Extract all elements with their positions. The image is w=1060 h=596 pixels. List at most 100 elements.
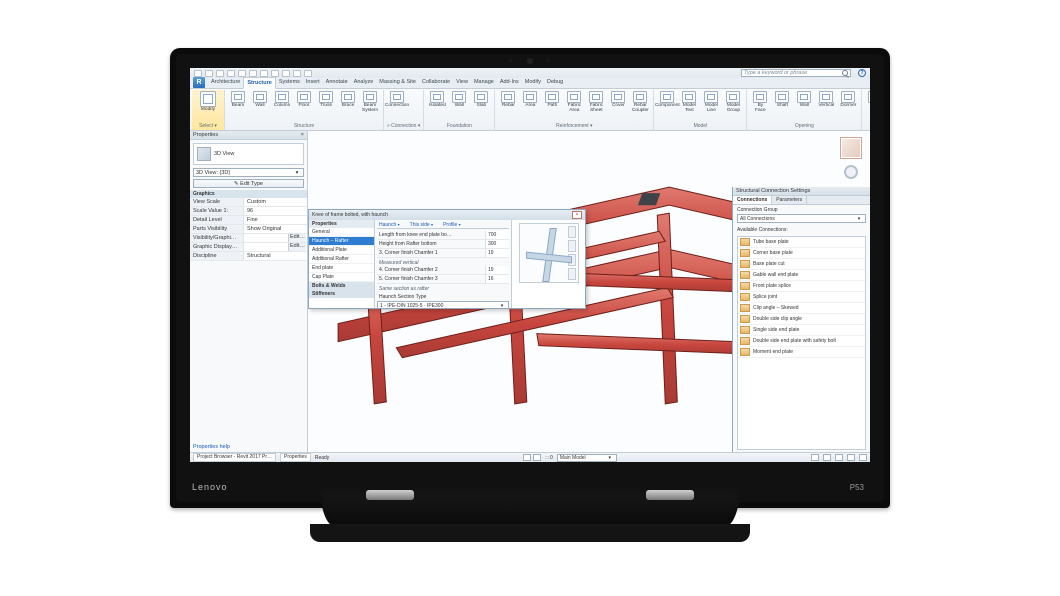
dialog-nav-item[interactable]: Haunch – Rafter [309, 237, 374, 246]
3d-viewport[interactable]: Knee of frame bolted, with haunch × Prop… [308, 131, 870, 452]
ribbon-button-wall[interactable]: Wall [449, 91, 469, 109]
ribbon-button-cover[interactable]: Cover [608, 91, 628, 109]
qat-thin-icon[interactable] [282, 70, 290, 77]
property-value[interactable]: 96 [244, 207, 307, 215]
connection-item[interactable]: Front plate splice [738, 281, 865, 292]
ribbon-button-shaft[interactable]: Shaft [772, 91, 792, 109]
ribbon-tab-massing-site[interactable]: Massing & Site [376, 77, 419, 88]
property-value[interactable]: Custom [244, 198, 307, 206]
ribbon-button-slab[interactable]: Slab [471, 91, 491, 109]
ribbon-button-by[interactable]: ByFace [750, 91, 770, 114]
connection-item[interactable]: Double side end plate with safety bolt [738, 336, 865, 347]
navigation-wheel-icon[interactable] [844, 165, 858, 179]
ribbon-tab-manage[interactable]: Manage [471, 77, 497, 88]
dialog-nav-item[interactable]: Additional Plate [309, 246, 374, 255]
status-drag-icon[interactable] [835, 454, 843, 461]
ribbon-button-rebar[interactable]: RebarCoupler [630, 91, 650, 114]
ribbon-button-floor[interactable]: Floor [294, 91, 314, 109]
dialog-param-tab[interactable]: Profile ▾ [441, 222, 463, 228]
app-menu-button[interactable]: R [193, 77, 205, 88]
dialog-param-tab[interactable]: This side ▾ [408, 222, 435, 228]
dialog-nav-item[interactable]: Cap Plate [309, 273, 374, 282]
dialog-param-tab[interactable]: Haunch ▾ [377, 222, 402, 228]
edit-type-button[interactable]: ✎ Edit Type [193, 179, 304, 188]
edit-button[interactable]: Edit… [288, 243, 306, 251]
ribbon-button-fabric[interactable]: FabricSheet [586, 91, 606, 114]
param-value[interactable]: 16 [485, 275, 509, 283]
ribbon-button-beam[interactable]: BeamSystem [360, 91, 380, 114]
ribbon-tab-analyze[interactable]: Analyze [351, 77, 377, 88]
ribbon-button-model[interactable]: ModelGroup [723, 91, 743, 114]
ribbon-tab-modify[interactable]: Modify [522, 77, 544, 88]
ribbon-tab-systems[interactable]: Systems [276, 77, 303, 88]
status-filter-icon[interactable] [811, 454, 819, 461]
help-button[interactable]: ? [858, 69, 866, 77]
ribbon-button-path[interactable]: Path [542, 91, 562, 109]
param-value[interactable]: 19 [485, 266, 509, 274]
connection-item[interactable]: Tube base plate [738, 237, 865, 248]
dialog-close-button[interactable]: × [572, 211, 582, 219]
search-input[interactable]: Type a keyword or phrase [741, 69, 851, 77]
ribbon-button-vertical[interactable]: Vertical [816, 91, 836, 109]
ribbon-tab-annotate[interactable]: Annotate [323, 77, 351, 88]
property-value[interactable]: Show Original [244, 225, 307, 233]
ribbon-button-wall[interactable]: Wall [250, 91, 270, 109]
ribbon-button-model[interactable]: ModelLine [701, 91, 721, 114]
ribbon-tab-add-ins[interactable]: Add-Ins [497, 77, 522, 88]
ribbon-button-level[interactable]: Level [865, 91, 870, 109]
dialog-titlebar[interactable]: Knee of frame bolted, with haunch × [309, 210, 585, 220]
rightpanel-tab[interactable]: Connections [733, 196, 772, 204]
ribbon-button-truss[interactable]: Truss [316, 91, 336, 109]
ribbon-button-model[interactable]: ModelText [679, 91, 699, 114]
connection-item[interactable]: Splice joint [738, 292, 865, 303]
connection-item[interactable]: Clip angle – Skewed [738, 303, 865, 314]
type-selector[interactable]: 3D View: {3D} ▾ [193, 168, 304, 177]
ribbon-button-column[interactable]: Column [272, 91, 292, 109]
qat-measure-icon[interactable] [238, 70, 246, 77]
connection-item[interactable]: Base plate cut [738, 259, 865, 270]
ribbon-button-dormer[interactable]: Dormer [838, 91, 858, 109]
status-face-icon[interactable] [847, 454, 855, 461]
section-type-combo[interactable]: 1 - IPE-DIN 1025-5 · IPE300 ▾ [377, 301, 509, 308]
qat-close-icon[interactable] [293, 70, 301, 77]
ribbon-tab-structure[interactable]: Structure [243, 77, 275, 89]
property-value[interactable]: Edit… [244, 243, 307, 251]
ribbon-tab-debug[interactable]: Debug [544, 77, 566, 88]
edit-button[interactable]: Edit… [288, 234, 306, 242]
ribbon-tab-architecture[interactable]: Architecture [208, 77, 243, 88]
connection-item[interactable]: Gable wall end plate [738, 270, 865, 281]
ribbon-button-brace[interactable]: Brace [338, 91, 358, 109]
dialog-nav-group[interactable]: Stiffeners [309, 290, 374, 298]
ribbon-tab-view[interactable]: View [453, 77, 471, 88]
status-link-icon[interactable] [859, 454, 867, 461]
ribbon-button-connection[interactable]: Connection [387, 91, 407, 109]
dialog-nav-item[interactable]: End plate [309, 264, 374, 273]
property-value[interactable]: Structural [244, 252, 307, 260]
status-select-icon[interactable] [823, 454, 831, 461]
qat-section-icon[interactable] [271, 70, 279, 77]
status-icon[interactable] [523, 454, 531, 461]
qat-undo-icon[interactable] [205, 70, 213, 77]
rightpanel-tab[interactable]: Parameters [772, 196, 807, 204]
ribbon-button-modify[interactable]: Modify [195, 91, 221, 113]
ribbon-tab-collaborate[interactable]: Collaborate [419, 77, 453, 88]
properties-tab[interactable]: Properties [280, 453, 311, 462]
workset-select[interactable]: Main Model ▾ [557, 454, 617, 462]
properties-help-link[interactable]: Properties help [190, 442, 307, 452]
dialog-nav-item[interactable]: Additional Rafter [309, 255, 374, 264]
dialog-nav-group[interactable]: Bolts & Welds [309, 282, 374, 290]
dialog-nav-item[interactable]: General [309, 228, 374, 237]
ribbon-button-fabric[interactable]: FabricArea [564, 91, 584, 114]
param-value[interactable]: 700 [485, 231, 509, 239]
property-value[interactable]: Edit… [244, 234, 307, 242]
qat-switch-icon[interactable] [304, 70, 312, 77]
qat-sync-icon[interactable] [249, 70, 257, 77]
connection-item[interactable]: Corner base plate [738, 248, 865, 259]
ribbon-button-component[interactable]: Component [657, 91, 677, 109]
status-icon[interactable] [533, 454, 541, 461]
qat-print-icon[interactable] [227, 70, 235, 77]
qat-3d-icon[interactable] [260, 70, 268, 77]
view-cube[interactable] [840, 137, 862, 159]
ribbon-button-beam[interactable]: Beam [228, 91, 248, 109]
ribbon-button-wall[interactable]: Wall [794, 91, 814, 109]
